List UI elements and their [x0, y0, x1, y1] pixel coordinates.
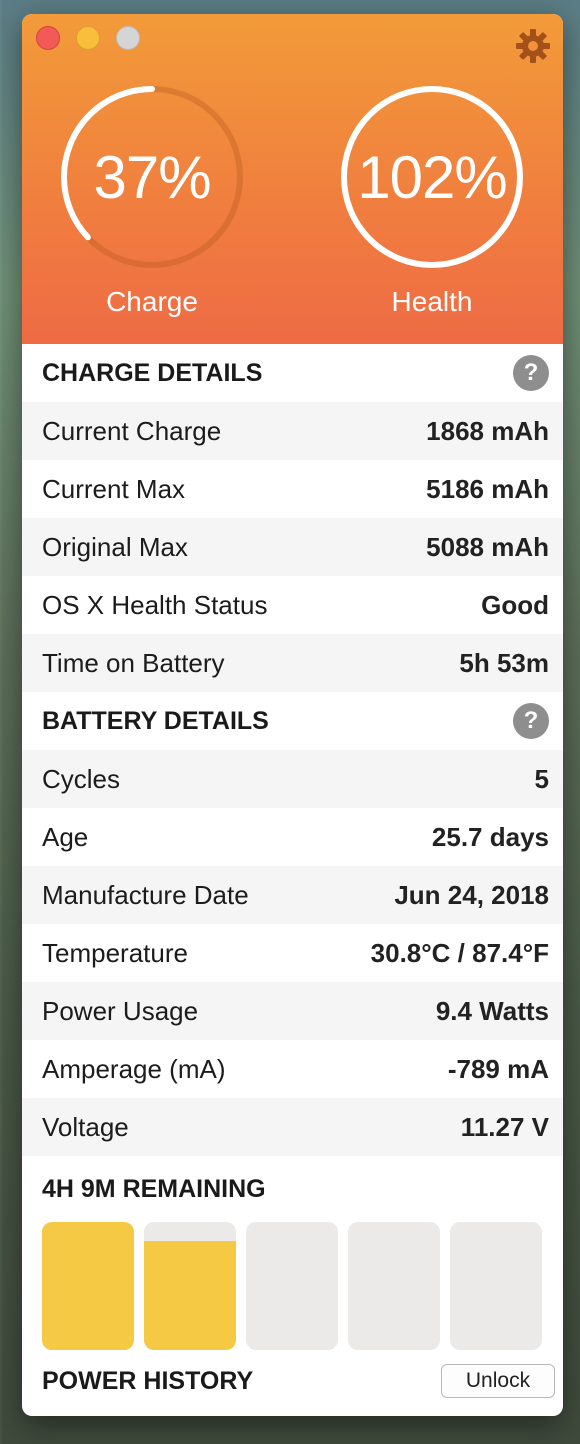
detail-row-amperage: Amperage (mA) -789 mA	[22, 1040, 563, 1098]
charge-details-title: CHARGE DETAILS	[42, 358, 263, 387]
detail-label: Age	[42, 821, 89, 852]
detail-value: Good	[481, 589, 549, 620]
detail-label: Original Max	[42, 531, 188, 562]
detail-value: -789 mA	[447, 1053, 549, 1084]
power-history-footer: POWER HISTORY Unlock	[22, 1350, 563, 1412]
remaining-bar	[348, 1222, 440, 1350]
detail-row-original-max: Original Max 5088 mAh	[22, 518, 563, 576]
detail-row-age: Age 25.7 days	[22, 808, 563, 866]
remaining-bars	[22, 1222, 563, 1350]
detail-row-power-usage: Power Usage 9.4 Watts	[22, 982, 563, 1040]
detail-label: Temperature	[42, 937, 188, 968]
detail-value: 5h 53m	[459, 647, 549, 678]
detail-value: 11.27 V	[460, 1111, 549, 1142]
detail-value: 30.8°C / 87.4°F	[370, 937, 549, 968]
remaining-bar	[144, 1222, 236, 1350]
detail-row-current-charge: Current Charge 1868 mAh	[22, 402, 563, 460]
header: 37% Charge 102% Health	[22, 14, 563, 344]
detail-row-cycles: Cycles 5	[22, 750, 563, 808]
detail-label: Current Charge	[42, 415, 222, 446]
detail-label: Time on Battery	[42, 647, 225, 678]
remaining-bar	[42, 1222, 134, 1350]
remaining-bar	[450, 1222, 542, 1350]
health-label: Health	[391, 286, 473, 317]
window-controls	[36, 26, 140, 50]
remaining-bar	[246, 1222, 338, 1350]
charge-details-list: Current Charge 1868 mAh Current Max 5186 m…	[22, 402, 563, 692]
detail-value: 1868 mAh	[426, 415, 549, 446]
charge-label: Charge	[106, 286, 198, 317]
detail-row-current-max: Current Max 5186 mAh	[22, 460, 563, 518]
battery-details-help-icon[interactable]: ?	[513, 703, 549, 739]
detail-label: Cycles	[42, 763, 121, 794]
detail-value: 5	[534, 763, 549, 794]
battery-details-header: BATTERY DETAILS ?	[22, 692, 563, 750]
detail-value: Jun 24, 2018	[394, 879, 549, 910]
minimize-button[interactable]	[76, 26, 100, 50]
detail-value: 25.7 days	[431, 821, 549, 852]
detail-row-manufacture-date: Manufacture Date Jun 24, 2018	[22, 866, 563, 924]
detail-label: Amperage (mA)	[42, 1053, 226, 1084]
battery-window: 37% Charge 102% Health CHARGE DETAILS ? …	[22, 14, 563, 1416]
detail-label: Power Usage	[42, 995, 199, 1026]
remaining-title: 4H 9M REMAINING	[42, 1174, 266, 1203]
battery-details-section: BATTERY DETAILS ? Cycles 5 Age 25.7 days M…	[22, 692, 563, 1156]
detail-value: 5088 mAh	[426, 531, 549, 562]
detail-value: 5186 mAh	[426, 473, 549, 504]
detail-label: Voltage	[42, 1111, 129, 1142]
detail-label: OS X Health Status	[42, 589, 268, 620]
detail-row-voltage: Voltage 11.27 V	[22, 1098, 563, 1156]
remaining-bar-fill	[42, 1222, 134, 1350]
charge-details-help-icon[interactable]: ?	[513, 355, 549, 391]
charge-details-section: CHARGE DETAILS ? Current Charge 1868 mAh …	[22, 344, 563, 692]
detail-label: Current Max	[42, 473, 186, 504]
health-percent: 102%	[357, 143, 507, 211]
detail-row-time-on-battery: Time on Battery 5h 53m	[22, 634, 563, 692]
detail-label: Manufacture Date	[42, 879, 249, 910]
unlock-button[interactable]: Unlock	[441, 1364, 555, 1398]
detail-row-temperature: Temperature 30.8°C / 87.4°F	[22, 924, 563, 982]
maximize-button[interactable]	[116, 26, 140, 50]
battery-details-title: BATTERY DETAILS	[42, 706, 269, 735]
power-history-title: POWER HISTORY	[42, 1366, 254, 1395]
charge-percent: 37%	[93, 143, 211, 211]
close-button[interactable]	[36, 26, 60, 50]
gear-icon[interactable]	[515, 28, 551, 64]
detail-row-health-status: OS X Health Status Good	[22, 576, 563, 634]
detail-value: 9.4 Watts	[435, 995, 549, 1026]
remaining-bar-fill	[144, 1241, 236, 1350]
battery-details-list: Cycles 5 Age 25.7 days Manufacture Date Jun…	[22, 750, 563, 1156]
charge-details-header: CHARGE DETAILS ?	[22, 344, 563, 402]
